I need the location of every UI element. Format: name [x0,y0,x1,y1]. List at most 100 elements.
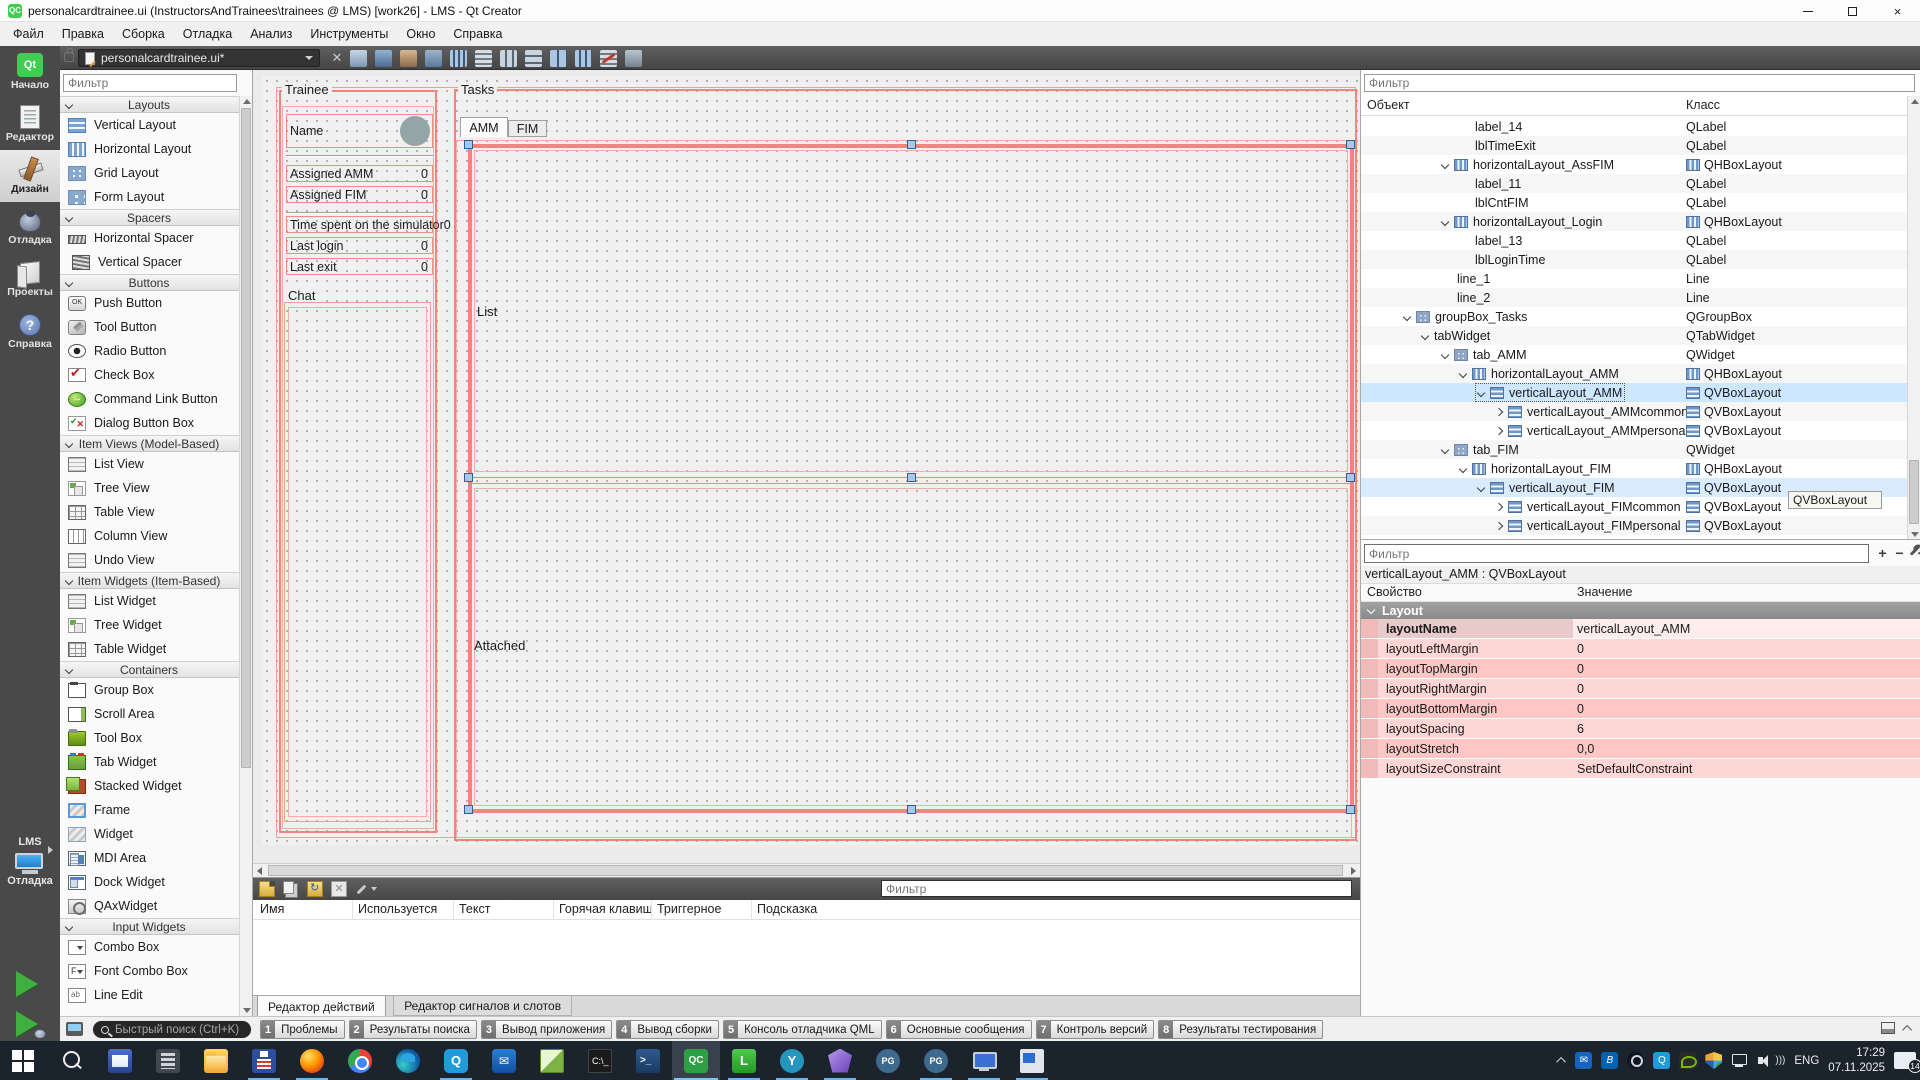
widget-item[interactable]: Radio Button [60,339,240,363]
taskbar-app-edge[interactable] [384,1041,432,1080]
widget-filter-input[interactable] [63,74,237,92]
panel-button-1[interactable]: 1Проблемы [260,1020,345,1039]
output-icon[interactable] [66,1022,83,1036]
trainee-stat-field[interactable]: Last login0 [286,237,433,254]
widget-item[interactable]: Vertical Layout [60,113,240,137]
menu-item[interactable]: Правка [53,24,113,44]
tree-row[interactable]: lblLoginTimeQLabel [1361,250,1907,269]
property-row[interactable]: layoutStretch0,0 [1361,739,1920,759]
taskbar-app-calculator[interactable] [144,1041,192,1080]
widget-item[interactable]: Frame [60,798,240,822]
menu-item[interactable]: Сборка [113,24,174,44]
chevron-down-icon[interactable] [1459,369,1467,377]
property-row[interactable]: layoutTopMargin0 [1361,659,1920,679]
separator-line[interactable] [286,212,433,214]
widget-item[interactable]: Undo View [60,548,240,572]
chevron-down-icon[interactable] [1477,483,1485,491]
widget-item[interactable]: Tool Box [60,726,240,750]
edit-widgets-icon[interactable] [350,50,367,67]
widget-item[interactable]: Form Layout [60,185,240,209]
edit-taborder-icon[interactable] [425,50,442,67]
widget-item[interactable]: Horizontal Layout [60,137,240,161]
resize-handle[interactable] [1346,805,1355,814]
break-layout-icon[interactable] [600,50,617,67]
adjust-size-icon[interactable] [625,50,642,67]
taskbar-app-q[interactable]: Q [432,1041,480,1080]
close-document-button[interactable]: ✕ [328,49,346,67]
scroll-thumb[interactable] [1909,460,1919,524]
widget-item[interactable]: List Widget [60,589,240,613]
menu-item[interactable]: Справка [444,24,511,44]
avatar-circle[interactable] [400,116,430,146]
taskbar-app-obsidian[interactable] [816,1041,864,1080]
widget-section-header[interactable]: Item Widgets (Item-Based) [60,572,240,589]
panel-button-5[interactable]: 5Консоль отладчика QML [723,1020,882,1039]
chevron-right-icon[interactable] [1495,407,1503,415]
tree-row[interactable]: horizontalLayout_AMMQHBoxLayout [1361,364,1907,383]
trainee-stat-field[interactable]: Last exit0 [286,258,433,275]
layout-section-header[interactable]: Layout [1361,602,1920,619]
property-value[interactable]: 0,0 [1573,739,1920,758]
taskbar-app-postgres[interactable]: PG [912,1041,960,1080]
widget-item[interactable]: Group Box [60,678,240,702]
widget-item[interactable]: Stacked Widget [60,774,240,798]
scroll-right-icon[interactable] [1351,867,1356,875]
canvas-horizontal-scrollbar[interactable] [253,863,1360,877]
panel-button-3[interactable]: 3Вывод приложения [481,1020,612,1039]
inspector-scrollbar[interactable] [1907,96,1920,540]
taskbar-app-chrome[interactable] [336,1041,384,1080]
resize-handle[interactable] [907,140,916,149]
widget-section-header[interactable]: Input Widgets [60,918,240,935]
remove-icon[interactable]: − [1892,546,1907,561]
scroll-thumb[interactable] [241,108,251,768]
chevron-down-icon[interactable] [1441,160,1449,168]
sidebar-mode-debug-bug[interactable]: Отладка [0,202,60,254]
property-row[interactable]: layoutRightMargin0 [1361,679,1920,699]
scroll-left-icon[interactable] [257,867,262,875]
property-row[interactable]: layoutSizeConstraintSetDefaultConstraint [1361,759,1920,779]
taskbar-app-qtcreator[interactable]: QC [672,1041,720,1080]
widget-item[interactable]: Scroll Area [60,702,240,726]
layout-form-icon[interactable] [550,50,567,67]
scroll-down-icon[interactable] [243,1008,251,1013]
taskbar-app-remote[interactable] [960,1041,1008,1080]
delete-action-icon[interactable]: ✕ [331,881,347,897]
widget-item[interactable]: Tree View [60,476,240,500]
maximize-button[interactable] [1830,0,1875,22]
widget-item[interactable]: Vertical Spacer [60,250,240,274]
resize-handle[interactable] [907,473,916,482]
property-value[interactable]: 0 [1573,639,1920,658]
panel-button-4[interactable]: 4Вывод сборки [616,1020,719,1039]
tree-row[interactable]: horizontalLayout_LoginQHBoxLayout [1361,212,1907,231]
property-value[interactable]: SetDefaultConstraint [1573,759,1920,778]
chevron-down-icon[interactable] [1421,331,1429,339]
resize-handle[interactable] [464,473,473,482]
action-filter-input[interactable] [881,880,1352,897]
resize-handle[interactable] [464,140,473,149]
kit-selector[interactable]: LMS Отладка [0,836,60,887]
taskbar-app-start[interactable] [0,1041,48,1080]
copy-action-icon[interactable] [283,881,294,894]
property-value[interactable]: 0 [1573,679,1920,698]
chevron-right-icon[interactable] [1495,521,1503,529]
chevron-down-icon[interactable] [1477,388,1485,396]
widget-item[interactable]: MDI Area [60,846,240,870]
menu-item[interactable]: Инструменты [301,24,397,44]
property-row[interactable]: layoutSpacing6 [1361,719,1920,739]
widget-item[interactable]: Dock Widget [60,870,240,894]
chevron-right-icon[interactable] [1495,502,1503,510]
widget-item[interactable]: Table View [60,500,240,524]
tree-row[interactable]: label_13QLabel [1361,231,1907,250]
widget-item[interactable]: List View [60,452,240,476]
widget-section-header[interactable]: Layouts [60,96,240,113]
taskbar-app-floppy[interactable] [240,1041,288,1080]
tray-q-icon[interactable]: Q [1653,1052,1670,1069]
tree-row[interactable]: horizontalLayout_FIMQHBoxLayout [1361,459,1907,478]
trainee-stat-field[interactable]: Assigned FIM0 [286,186,433,203]
layout-vertical-icon[interactable] [475,50,492,67]
tray-steam-icon[interactable] [1627,1052,1644,1069]
layout-horizontal-icon[interactable] [450,50,467,67]
tab-fim[interactable]: FIM [508,120,547,137]
tray-defender-icon[interactable] [1705,1052,1722,1069]
tree-row[interactable]: label_14QLabel [1361,117,1907,136]
